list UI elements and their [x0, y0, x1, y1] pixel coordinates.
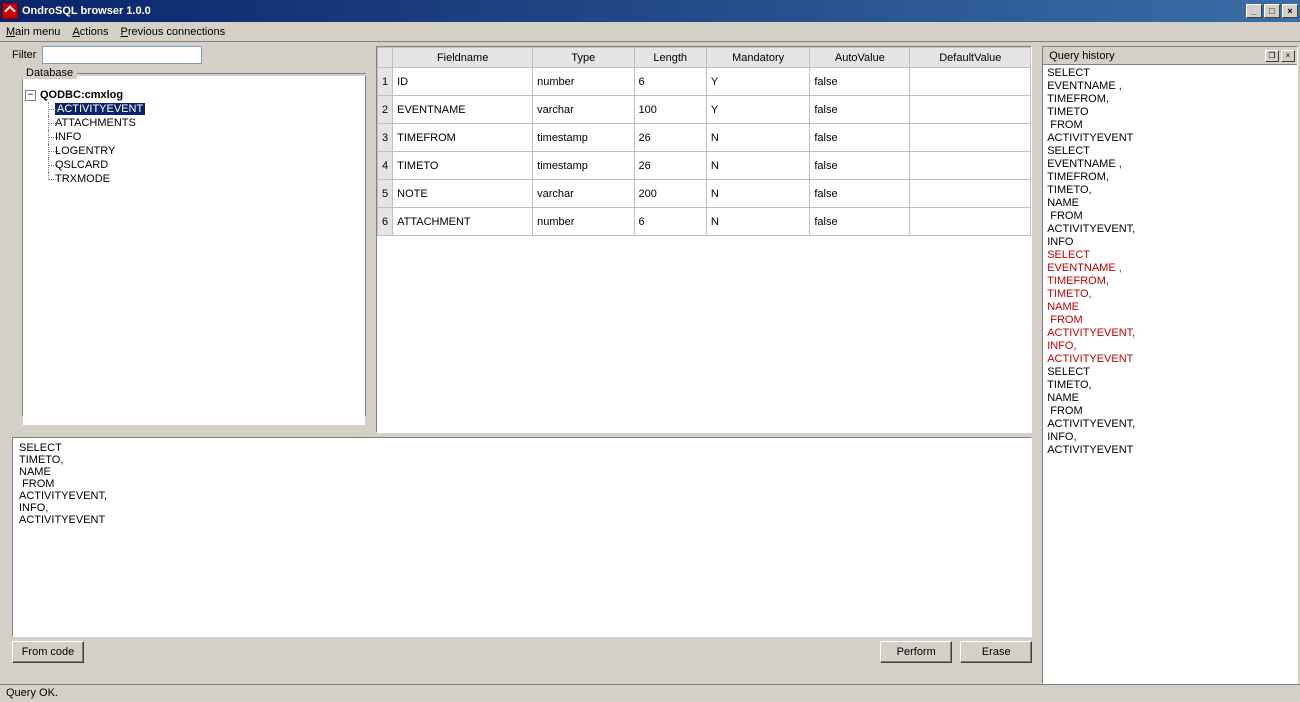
table-row[interactable]: 4TIMETOtimestamp26Nfalse: [378, 152, 1031, 180]
table-row[interactable]: 2EVENTNAMEvarchar100Yfalse: [378, 96, 1031, 124]
tree-root[interactable]: − QODBC:cmxlog: [25, 88, 363, 102]
tree-item[interactable]: ATTACHMENTS: [25, 116, 363, 130]
database-group-title: Database: [22, 67, 77, 79]
history-entry[interactable]: SELECT EVENTNAME , TIMEFROM, TIMETO FROM…: [1047, 67, 1293, 145]
minimize-button[interactable]: _: [1246, 4, 1262, 18]
tree-item[interactable]: INFO: [25, 130, 363, 144]
col-header[interactable]: Length: [634, 48, 706, 68]
app-icon: [2, 3, 18, 19]
status-bar: Query OK.: [0, 684, 1300, 702]
perform-button[interactable]: Perform: [880, 641, 952, 663]
history-title: Query history: [1049, 50, 1263, 62]
history-restore-icon[interactable]: ❐: [1265, 50, 1279, 62]
tree-item[interactable]: LOGENTRY: [25, 144, 363, 158]
col-header[interactable]: AutoValue: [810, 48, 910, 68]
maximize-button[interactable]: □: [1264, 4, 1280, 18]
table-row[interactable]: 6ATTACHMENTnumber6Nfalse: [378, 208, 1031, 236]
title-bar: OndroSQL browser 1.0.0 _ □ ×: [0, 0, 1300, 22]
col-header[interactable]: DefaultValue: [910, 48, 1031, 68]
schema-grid[interactable]: FieldnameTypeLengthMandatoryAutoValueDef…: [376, 46, 1032, 433]
table-row[interactable]: 1IDnumber6Yfalse: [378, 68, 1031, 96]
close-button[interactable]: ×: [1282, 4, 1298, 18]
window-title: OndroSQL browser 1.0.0: [22, 5, 1246, 17]
status-text: Query OK.: [6, 687, 58, 699]
menu-bar: Main menu Actions Previous connections: [0, 22, 1300, 42]
menu-actions[interactable]: Actions: [72, 26, 108, 38]
tree-item[interactable]: ACTIVITYEVENT: [25, 102, 363, 116]
expand-icon[interactable]: −: [25, 90, 36, 101]
col-header[interactable]: Fieldname: [393, 48, 533, 68]
history-entry[interactable]: SELECT TIMETO, NAME FROM ACTIVITYEVENT, …: [1047, 366, 1293, 457]
menu-previous-connections[interactable]: Previous connections: [121, 26, 226, 38]
table-row[interactable]: 5NOTEvarchar200Nfalse: [378, 180, 1031, 208]
database-groupbox: Database − QODBC:cmxlog ACTIVITYEVENTATT…: [22, 76, 366, 416]
history-entry[interactable]: SELECT EVENTNAME , TIMEFROM, TIMETO, NAM…: [1047, 249, 1293, 366]
sql-editor[interactable]: [12, 437, 1032, 637]
col-header[interactable]: Mandatory: [706, 48, 809, 68]
menu-main[interactable]: Main menu: [6, 26, 60, 38]
database-tree[interactable]: − QODBC:cmxlog ACTIVITYEVENTATTACHMENTSI…: [23, 86, 365, 425]
erase-button[interactable]: Erase: [960, 641, 1032, 663]
tree-item[interactable]: TRXMODE: [25, 172, 363, 186]
history-close-icon[interactable]: ×: [1281, 50, 1295, 62]
filter-input[interactable]: [42, 46, 202, 64]
col-header[interactable]: Type: [533, 48, 634, 68]
filter-label: Filter: [12, 49, 36, 61]
query-history-panel: Query history ❐ × SELECT EVENTNAME , TIM…: [1042, 46, 1298, 684]
tree-item[interactable]: QSLCARD: [25, 158, 363, 172]
table-row[interactable]: 3TIMEFROMtimestamp26Nfalse: [378, 124, 1031, 152]
history-list[interactable]: SELECT EVENTNAME , TIMEFROM, TIMETO FROM…: [1043, 65, 1297, 683]
from-code-button[interactable]: From code: [12, 641, 84, 663]
history-entry[interactable]: SELECT EVENTNAME , TIMEFROM, TIMETO, NAM…: [1047, 145, 1293, 249]
